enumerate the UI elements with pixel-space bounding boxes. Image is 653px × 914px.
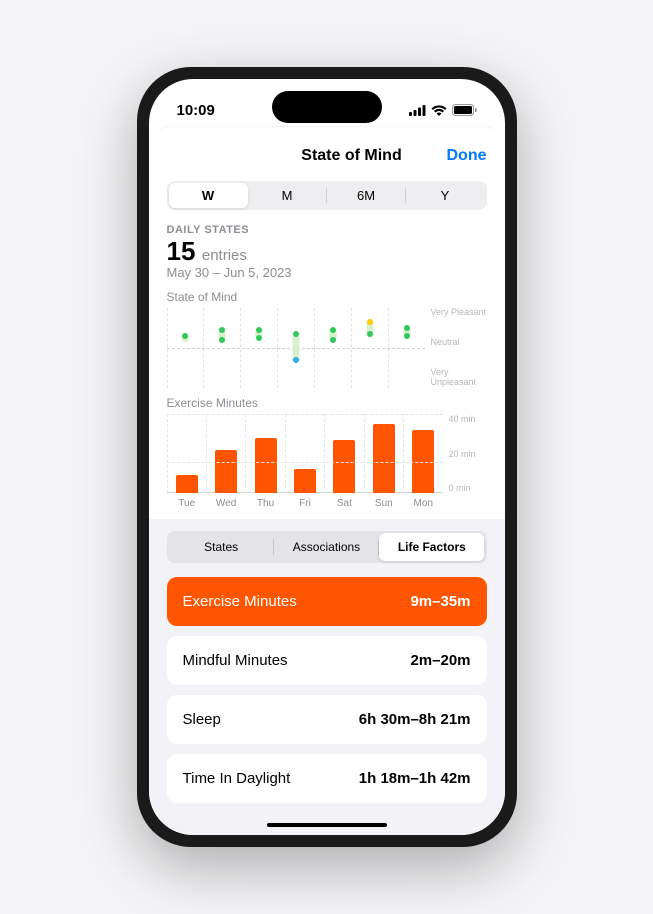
exercise-day-col[interactable]: Fri (285, 414, 324, 493)
exercise-day-col[interactable]: Mon (403, 414, 442, 493)
factor-row-mindful-minutes[interactable]: Mindful Minutes 2m–20m (167, 636, 487, 685)
mind-label-top: Very Pleasant (431, 308, 487, 318)
day-label: Sun (375, 498, 393, 509)
period-6m[interactable]: 6M (327, 183, 406, 208)
life-factors-panel: StatesAssociationsLife Factors Exercise … (149, 519, 505, 835)
wifi-icon (431, 105, 447, 116)
ex-label-mid: 20 min (449, 449, 487, 459)
done-button[interactable]: Done (447, 147, 487, 165)
mind-data-point (256, 327, 262, 333)
factor-name: Time In Daylight (183, 770, 291, 787)
tab-associations[interactable]: Associations (274, 533, 379, 561)
exercise-day-col[interactable]: Wed (206, 414, 245, 493)
entry-count: 15 (167, 236, 196, 266)
chart-title-exercise: Exercise Minutes (167, 396, 487, 410)
mind-day-col[interactable] (314, 308, 351, 388)
mind-data-point (219, 327, 225, 333)
mind-day-col[interactable] (388, 308, 425, 388)
mind-day-col[interactable] (351, 308, 388, 388)
exercise-bar (176, 475, 198, 493)
mind-data-point (256, 335, 262, 341)
factor-value: 9m–35m (410, 593, 470, 610)
mind-day-col[interactable] (277, 308, 314, 388)
mind-data-point (182, 333, 188, 339)
exercise-bar (373, 424, 395, 493)
battery-icon (452, 104, 477, 116)
phone-frame: 10:09 State of Mind Done WM6MY DAILY STA… (137, 67, 517, 847)
factor-name: Sleep (183, 711, 221, 728)
period-segmented-control: WM6MY (167, 181, 487, 210)
factor-name: Exercise Minutes (183, 593, 297, 610)
mind-day-col[interactable] (167, 308, 204, 388)
state-of-mind-chart: State of Mind Very Pleasant Neutral Very… (149, 284, 505, 390)
ex-label-bot: 0 min (449, 483, 487, 493)
factor-value: 2m–20m (410, 652, 470, 669)
mind-data-point (330, 337, 336, 343)
mind-data-point (404, 333, 410, 339)
mind-data-point (293, 357, 299, 363)
day-label: Tue (178, 498, 195, 509)
ex-label-top: 40 min (449, 414, 487, 424)
period-m[interactable]: M (248, 183, 327, 208)
status-bar: 10:09 (149, 79, 505, 127)
factor-row-exercise-minutes[interactable]: Exercise Minutes 9m–35m (167, 577, 487, 626)
factor-row-time-in-daylight[interactable]: Time In Daylight 1h 18m–1h 42m (167, 754, 487, 803)
factor-row-sleep[interactable]: Sleep 6h 30m–8h 21m (167, 695, 487, 744)
date-range: May 30 – Jun 5, 2023 (167, 265, 487, 280)
mind-data-point (367, 331, 373, 337)
summary-block: DAILY STATES 15 entries May 30 – Jun 5, … (149, 216, 505, 284)
day-label: Sat (337, 498, 352, 509)
bottom-tabs: StatesAssociationsLife Factors (167, 531, 487, 563)
mind-day-col[interactable] (203, 308, 240, 388)
exercise-y-labels: 40 min 20 min 0 min (443, 414, 487, 509)
chart-title-mind: State of Mind (167, 290, 487, 304)
factor-name: Mindful Minutes (183, 652, 288, 669)
day-label: Fri (299, 498, 311, 509)
day-label: Wed (216, 498, 236, 509)
mind-label-bot: Very Unpleasant (431, 368, 487, 388)
tab-life-factors[interactable]: Life Factors (379, 533, 484, 561)
mind-data-point (293, 331, 299, 337)
screen: 10:09 State of Mind Done WM6MY DAILY STA… (149, 79, 505, 835)
exercise-day-col[interactable]: Sat (324, 414, 363, 493)
day-label: Mon (414, 498, 433, 509)
summary-label: DAILY STATES (167, 224, 487, 236)
factor-value: 6h 30m–8h 21m (359, 711, 471, 728)
exercise-bar (412, 430, 434, 493)
entry-unit: entries (202, 247, 247, 264)
exercise-bar (255, 438, 277, 493)
mind-data-point (367, 319, 373, 325)
exercise-day-col[interactable]: Tue (167, 414, 206, 493)
signal-icon (409, 105, 426, 116)
status-icons (409, 104, 477, 116)
exercise-bar (294, 469, 316, 493)
day-label: Thu (257, 498, 274, 509)
factor-value: 1h 18m–1h 42m (359, 770, 471, 787)
content: State of Mind Done WM6MY DAILY STATES 15… (149, 133, 505, 835)
period-w[interactable]: W (169, 183, 248, 208)
mind-day-col[interactable] (240, 308, 277, 388)
mind-data-point (330, 327, 336, 333)
exercise-day-col[interactable]: Sun (364, 414, 403, 493)
exercise-day-col[interactable]: Thu (245, 414, 284, 493)
period-y[interactable]: Y (406, 183, 485, 208)
home-indicator[interactable] (267, 823, 387, 827)
mind-data-point (404, 325, 410, 331)
exercise-chart: Exercise Minutes TueWedThuFriSatSunMon 4… (149, 390, 505, 511)
nav-header: State of Mind Done (149, 133, 505, 175)
exercise-bar (333, 440, 355, 493)
mind-label-mid: Neutral (431, 338, 487, 348)
mind-y-labels: Very Pleasant Neutral Very Unpleasant (425, 308, 487, 388)
mind-data-point (219, 337, 225, 343)
status-time: 10:09 (177, 102, 215, 119)
exercise-bar (215, 450, 237, 493)
tab-states[interactable]: States (169, 533, 274, 561)
